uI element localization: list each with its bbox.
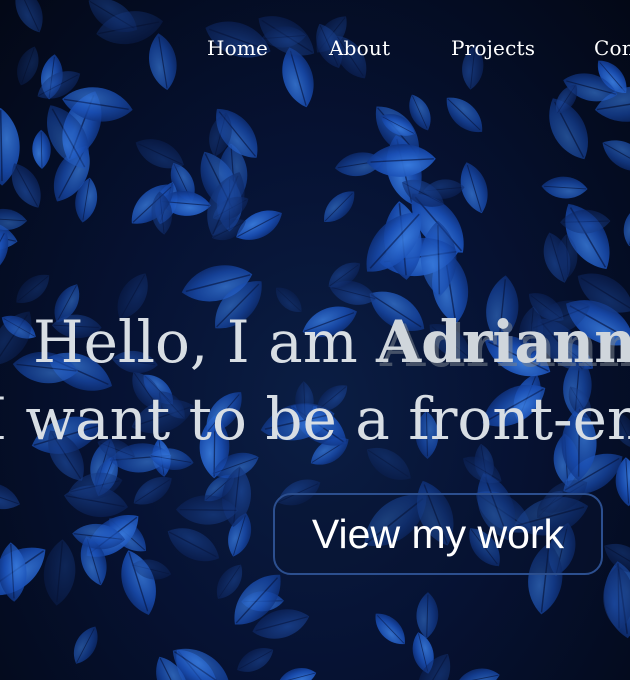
hero-greeting: Hello, I am	[33, 308, 377, 376]
nav-link-home[interactable]: Home	[207, 36, 268, 60]
main-nav: Home About Projects Contact	[0, 36, 630, 70]
hero-heading: Hello, I am Adrianna	[33, 306, 630, 378]
view-my-work-button[interactable]: View my work	[273, 493, 603, 575]
hero-name: Adrianna	[376, 308, 630, 376]
hero-tagline: I want to be a front-end developer	[0, 385, 630, 453]
page: Home About Projects Contact Hello, I am …	[0, 0, 630, 680]
nav-link-contact[interactable]: Contact	[594, 36, 630, 60]
nav-link-projects[interactable]: Projects	[451, 36, 535, 60]
nav-link-about[interactable]: About	[329, 36, 390, 60]
